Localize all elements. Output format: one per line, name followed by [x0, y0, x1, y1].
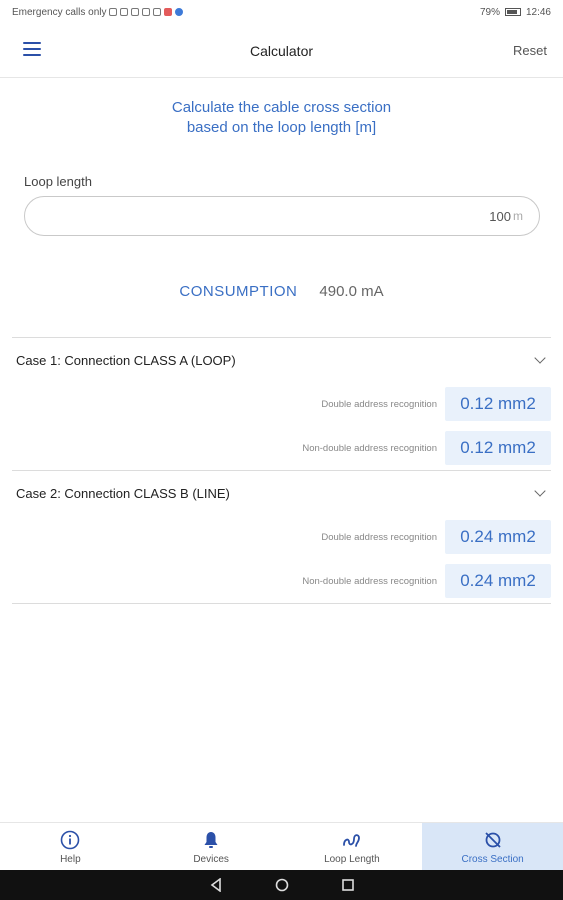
notification-icons [109, 8, 184, 16]
tab-cross-section-label: Cross Section [461, 853, 524, 865]
chevron-down-icon[interactable] [533, 486, 547, 500]
divider [12, 603, 551, 605]
result-label: Double address recognition [321, 398, 437, 410]
app-notification-icon [164, 8, 173, 16]
result-value: 0.24 mm2 [445, 564, 551, 598]
case-1-header[interactable]: Case 1: Connection CLASS A (LOOP) [12, 338, 551, 382]
home-icon[interactable] [274, 877, 290, 893]
result-label: Non-double address recognition [302, 575, 437, 587]
intro-text: Calculate the cable cross section based … [0, 98, 563, 138]
sim-icon [109, 8, 118, 16]
result-row: Non-double address recognition 0.12 mm2 [12, 426, 551, 470]
app-bar: Calculator Reset [0, 24, 563, 78]
tab-cross-section[interactable]: Cross Section [422, 823, 563, 870]
case-2-header[interactable]: Case 2: Connection CLASS B (LINE) [12, 471, 551, 515]
consumption-label: CONSUMPTION [179, 283, 298, 300]
cross-section-icon [482, 829, 504, 851]
consumption-summary: CONSUMPTION 490.0 mA [0, 283, 563, 300]
status-text: Emergency calls only [12, 6, 107, 18]
chevron-down-icon[interactable] [533, 353, 547, 367]
result-label: Double address recognition [321, 531, 437, 543]
tab-devices[interactable]: Devices [141, 823, 282, 870]
mail-icon [153, 8, 162, 16]
result-row: Non-double address recognition 0.24 mm2 [12, 559, 551, 603]
result-value: 0.24 mm2 [445, 520, 551, 554]
loop-length-input[interactable]: 100 m [24, 196, 540, 236]
reset-button[interactable]: Reset [513, 43, 547, 58]
result-value: 0.12 mm2 [445, 431, 551, 465]
case-1-panel: Case 1: Connection CLASS A (LOOP) Double… [12, 337, 551, 470]
page-title: Calculator [249, 42, 314, 59]
case-2-title: Case 2: Connection CLASS B (LINE) [16, 485, 230, 501]
clock: 12:46 [525, 6, 551, 18]
intro-line-2: based on the loop length [m] [186, 119, 377, 136]
tab-help-label: Help [60, 853, 81, 865]
system-navigation-bar [0, 870, 563, 900]
status-bar: Emergency calls only 79% 12:46 [0, 0, 563, 24]
tab-loop-length-label: Loop Length [324, 853, 380, 865]
result-value: 0.12 mm2 [445, 387, 551, 421]
case-2-panel: Case 2: Connection CLASS B (LINE) Double… [12, 470, 551, 603]
loop-length-label: Loop length [24, 174, 92, 189]
info-icon [59, 829, 81, 851]
result-row: Double address recognition 0.24 mm2 [12, 515, 551, 559]
battery-percent: 79% [479, 6, 500, 18]
case-1-title: Case 1: Connection CLASS A (LOOP) [16, 352, 236, 368]
bottom-navigation: Help Devices Loop Length Cross Section [0, 822, 563, 870]
tab-help[interactable]: Help [0, 823, 141, 870]
sync-icon [175, 8, 184, 16]
back-icon[interactable] [208, 877, 224, 893]
usb-icon [131, 8, 140, 16]
result-row: Double address recognition 0.12 mm2 [12, 382, 551, 426]
loop-icon [341, 829, 363, 851]
android-icon [142, 8, 151, 16]
battery-icon [504, 8, 521, 16]
loop-length-value: 100 [489, 208, 511, 224]
tab-devices-label: Devices [193, 853, 229, 865]
wifi-icon [120, 8, 129, 16]
recents-icon[interactable] [340, 877, 356, 893]
tab-loop-length[interactable]: Loop Length [282, 823, 423, 870]
bell-icon [200, 829, 222, 851]
consumption-value: 490.0 mA [319, 283, 384, 300]
result-label: Non-double address recognition [302, 442, 437, 454]
loop-length-unit: m [513, 209, 523, 223]
intro-line-1: Calculate the cable cross section [171, 99, 392, 116]
